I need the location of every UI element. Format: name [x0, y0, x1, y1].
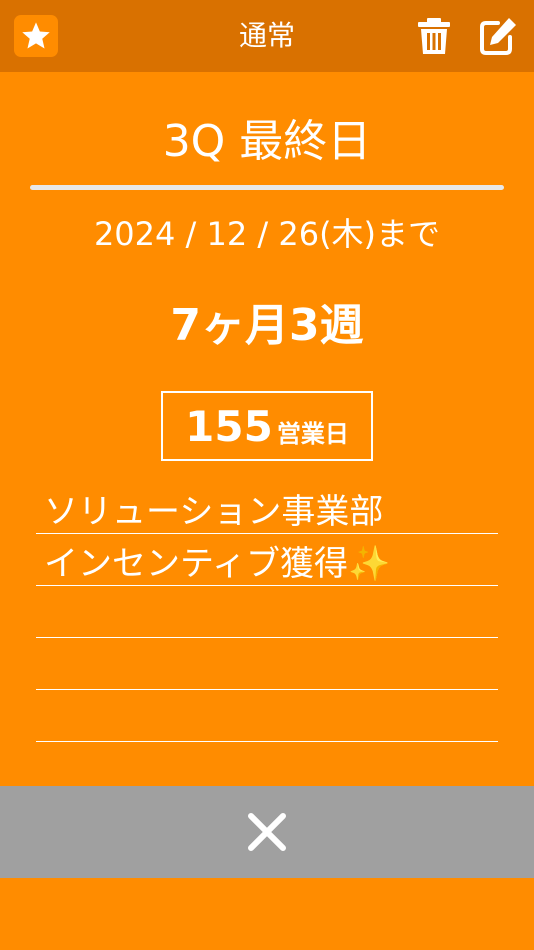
top-bar: 通常: [0, 0, 534, 72]
business-days-unit: 営業日: [276, 419, 349, 448]
deadline-date: 2024 / 12 / 26(木)まで: [93, 215, 441, 253]
edit-button[interactable]: [476, 15, 520, 57]
edit-icon: [480, 18, 516, 55]
trash-icon: [418, 18, 450, 54]
notes-area[interactable]: ソリューション事業部 インセンティブ獲得✨: [36, 482, 498, 742]
delete-button[interactable]: [414, 16, 454, 56]
event-title: 3Q 最終日: [162, 116, 372, 167]
note-line: [36, 638, 498, 690]
note-line: ソリューション事業部: [36, 482, 498, 534]
business-days-box: 155 営業日: [161, 391, 373, 461]
note-line: [36, 690, 498, 742]
close-icon: [248, 813, 286, 851]
title-divider: [30, 185, 504, 190]
close-button[interactable]: [0, 786, 534, 878]
note-line: [36, 586, 498, 638]
remaining-time: 7ヶ月3週: [170, 300, 364, 351]
note-line: インセンティブ獲得✨: [36, 534, 498, 586]
business-days-count: 155: [185, 401, 273, 451]
